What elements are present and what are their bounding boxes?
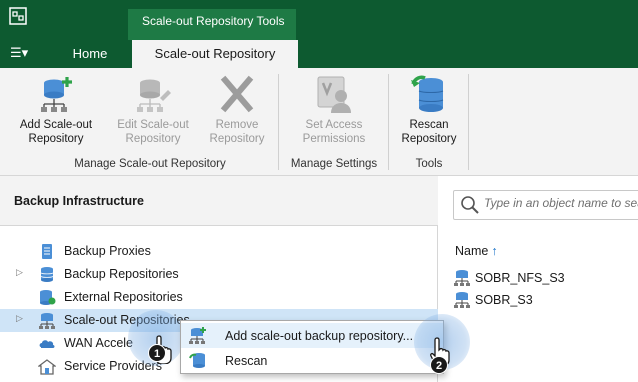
tree-item-label: Backup Repositories [64, 267, 179, 281]
column-name-label: Name [455, 244, 489, 258]
panel-header: Backup Infrastructure [0, 176, 438, 226]
rescan-icon [189, 353, 205, 368]
remove-label-1: Remove [215, 119, 259, 131]
tab-scale-out-repository[interactable]: Scale-out Repository [132, 40, 298, 68]
ribbon-separator [278, 74, 279, 170]
permissions-icon [317, 76, 351, 113]
expand-arrow-icon[interactable]: ▷ [16, 313, 23, 324]
objects-panel: Name↑ SOBR_NFS_S3 SOBR_S3 [439, 176, 638, 382]
add-repository-icon [189, 327, 206, 344]
external-repository-icon [40, 290, 56, 305]
menu-item-label: Add scale-out backup repository... [225, 329, 414, 343]
search-input[interactable] [484, 196, 638, 210]
rescan-repository-button[interactable]: Rescan Repository [392, 72, 466, 156]
list-item-label: SOBR_S3 [475, 293, 533, 307]
proxy-icon [42, 244, 52, 259]
search-box[interactable] [453, 190, 638, 220]
service-provider-icon [38, 359, 56, 375]
search-icon [461, 196, 479, 214]
rescan-icon [411, 75, 444, 112]
veeam-app-icon[interactable] [8, 6, 28, 26]
remove-label-2: Repository [209, 133, 265, 145]
rescan-label-2: Repository [401, 133, 457, 145]
context-menu: Add scale-out backup repository... Resca… [180, 320, 444, 374]
list-item-label: SOBR_NFS_S3 [475, 271, 565, 285]
add-scale-out-repository-button[interactable]: Add Scale-out Repository [4, 72, 108, 156]
menu-item-add-scale-out-backup-repository[interactable]: Add scale-out backup repository... [181, 323, 443, 348]
main-menu-button[interactable]: ☰▾ [10, 45, 28, 61]
group-label-manage-sobr: Manage Scale-out Repository [74, 158, 226, 170]
rescan-label-1: Rescan [409, 119, 449, 131]
scale-out-repository-icon [454, 270, 470, 286]
scale-out-repository-icon [454, 292, 470, 308]
tree-item-label: External Repositories [64, 290, 183, 304]
tree-item-label: Backup Proxies [64, 244, 151, 258]
scale-out-repository-tools-tab: Scale-out Repository Tools [128, 9, 296, 40]
column-header-name[interactable]: Name ↑ [455, 244, 498, 258]
set-access-permissions-button[interactable]: Set Access Permissions [288, 72, 380, 156]
repository-icon [40, 267, 54, 282]
title-bar: Scale-out Repository Tools [0, 0, 638, 40]
menu-item-rescan[interactable]: Rescan [181, 348, 443, 373]
step-badge-1: 1 [148, 344, 166, 362]
edit-sobr-label-1: Edit Scale-out [117, 119, 189, 131]
set-access-label-1: Set Access [305, 119, 363, 131]
edit-sobr-label-2: Repository [125, 133, 181, 145]
ribbon: Add Scale-out Repository Edit Scale-out … [0, 68, 638, 176]
tree-item-backup-proxies[interactable]: Backup Proxies [0, 240, 438, 263]
tree-item-external-repositories[interactable]: External Repositories [0, 286, 438, 309]
add-sobr-label-1: Add Scale-out [19, 119, 93, 131]
tab-home[interactable]: Home [62, 46, 118, 61]
tree-item-backup-repositories[interactable]: ▷ Backup Repositories [0, 263, 438, 286]
add-sobr-label-2: Repository [28, 133, 84, 145]
set-access-label-2: Permissions [302, 133, 366, 145]
tree-item-label: WAN Accele [64, 336, 134, 350]
ribbon-separator [468, 74, 469, 170]
step-badge-2: 2 [430, 356, 448, 374]
menu-item-label: Rescan [225, 354, 268, 368]
group-label-tools: Tools [415, 158, 443, 170]
ribbon-separator [388, 74, 389, 170]
add-repository-icon [41, 77, 72, 112]
sort-ascending-icon: ↑ [491, 244, 498, 258]
wan-accelerator-icon [39, 340, 55, 348]
remove-x-icon [220, 75, 254, 113]
ribbon-tab-strip: ☰▾ Home Scale-out Repository [0, 40, 638, 68]
group-label-manage-settings: Manage Settings [290, 158, 378, 170]
edit-repository-icon [137, 79, 171, 112]
scale-out-repository-icon [39, 313, 55, 329]
expand-arrow-icon[interactable]: ▷ [16, 267, 23, 278]
remove-repository-button[interactable]: Remove Repository [198, 72, 276, 156]
edit-scale-out-repository-button[interactable]: Edit Scale-out Repository [108, 72, 198, 156]
